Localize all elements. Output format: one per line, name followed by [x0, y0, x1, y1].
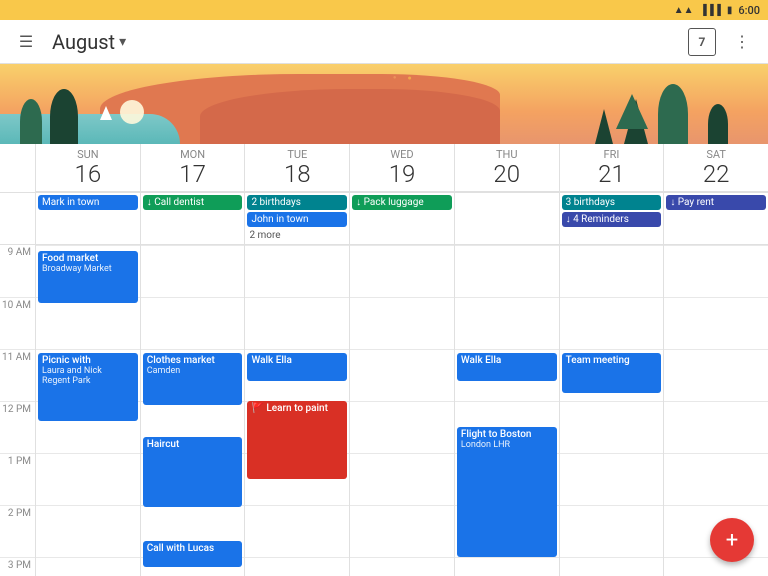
calendar: Sun 16 Mon 17 Tue 18 Wed 19 Thu 20	[0, 144, 768, 576]
event-flight-boston[interactable]: Flight to Boston London LHR	[457, 427, 557, 557]
allday-event[interactable]: ↓ Pack luggage	[352, 195, 452, 210]
day-col-sun: Food market Broadway Market Picnic with …	[36, 245, 141, 576]
calendar-today-icon[interactable]: 7	[688, 28, 716, 56]
menu-icon[interactable]: ☰	[12, 28, 40, 56]
day-header-wed: Wed 19	[350, 144, 455, 191]
status-time: 6:00	[738, 4, 760, 17]
day-header-thu: Thu 20	[455, 144, 560, 191]
time-column: 9 AM 10 AM 11 AM 12 PM 1 PM 2 PM 3 PM 4 …	[0, 245, 36, 576]
day-col-thu: Walk Ella Flight to Boston London LHR	[455, 245, 560, 576]
allday-event[interactable]: ↓ Call dentist	[143, 195, 243, 210]
allday-col-thu	[455, 193, 560, 244]
add-event-fab[interactable]: +	[710, 518, 754, 562]
event-call-lucas[interactable]: Call with Lucas	[143, 541, 243, 567]
status-bar: ▲▲ ▐▐▐ ▮ 6:00	[0, 0, 768, 20]
day-header-mon: Mon 17	[141, 144, 246, 191]
allday-col-wed: ↓ Pack luggage	[350, 193, 455, 244]
dropdown-icon[interactable]: ▾	[119, 34, 126, 50]
event-team-meeting[interactable]: Team meeting	[562, 353, 662, 393]
allday-event[interactable]: ↓ Pay rent	[666, 195, 766, 210]
event-picnic[interactable]: Picnic with Laura and Nick Regent Park	[38, 353, 138, 421]
event-clothes-market[interactable]: Clothes market Camden	[143, 353, 243, 405]
event-food-market[interactable]: Food market Broadway Market	[38, 251, 138, 303]
event-walk-ella-thu[interactable]: Walk Ella	[457, 353, 557, 381]
battery-icon: ▮	[727, 5, 733, 16]
allday-row: Mark in town ↓ Call dentist 2 birthdays …	[36, 193, 768, 244]
day-col-fri: Team meeting	[560, 245, 665, 576]
allday-col-tue: 2 birthdays John in town 2 more	[245, 193, 350, 244]
wifi-icon: ▲▲	[674, 5, 694, 16]
more-events-link[interactable]: 2 more	[247, 229, 347, 242]
day-col-mon: Clothes market Camden Haircut Call with …	[141, 245, 246, 576]
day-header-tue: Tue 18	[245, 144, 350, 191]
allday-col-sat: ↓ Pay rent	[664, 193, 768, 244]
day-col-tue: Walk Ella 🚩 Learn to paint	[245, 245, 350, 576]
allday-event[interactable]: 2 birthdays	[247, 195, 347, 210]
allday-event[interactable]: John in town	[247, 212, 347, 227]
app-title: August	[52, 30, 115, 54]
allday-event[interactable]: ↓ 4 Reminders	[562, 212, 662, 227]
allday-col-sun: Mark in town	[36, 193, 141, 244]
app-bar: ☰ August ▾ 7 ⋮	[0, 20, 768, 64]
event-haircut[interactable]: Haircut	[143, 437, 243, 507]
allday-event[interactable]: Mark in town	[38, 195, 138, 210]
more-options-icon[interactable]: ⋮	[728, 28, 756, 56]
event-learn-to-paint[interactable]: 🚩 Learn to paint	[247, 401, 347, 479]
day-header-sat: Sat 22	[664, 144, 768, 191]
signal-icon: ▐▐▐	[700, 5, 721, 16]
hero-banner: ● ● ● ● ●	[0, 64, 768, 144]
day-header-fri: Fri 21	[560, 144, 665, 191]
day-columns: Food market Broadway Market Picnic with …	[36, 245, 768, 576]
day-header-sun: Sun 16	[36, 144, 141, 191]
allday-event[interactable]: 3 birthdays	[562, 195, 662, 210]
allday-col-mon: ↓ Call dentist	[141, 193, 246, 244]
event-walk-ella-tue[interactable]: Walk Ella	[247, 353, 347, 381]
allday-col-fri: 3 birthdays ↓ 4 Reminders	[560, 193, 665, 244]
day-col-wed	[350, 245, 455, 576]
